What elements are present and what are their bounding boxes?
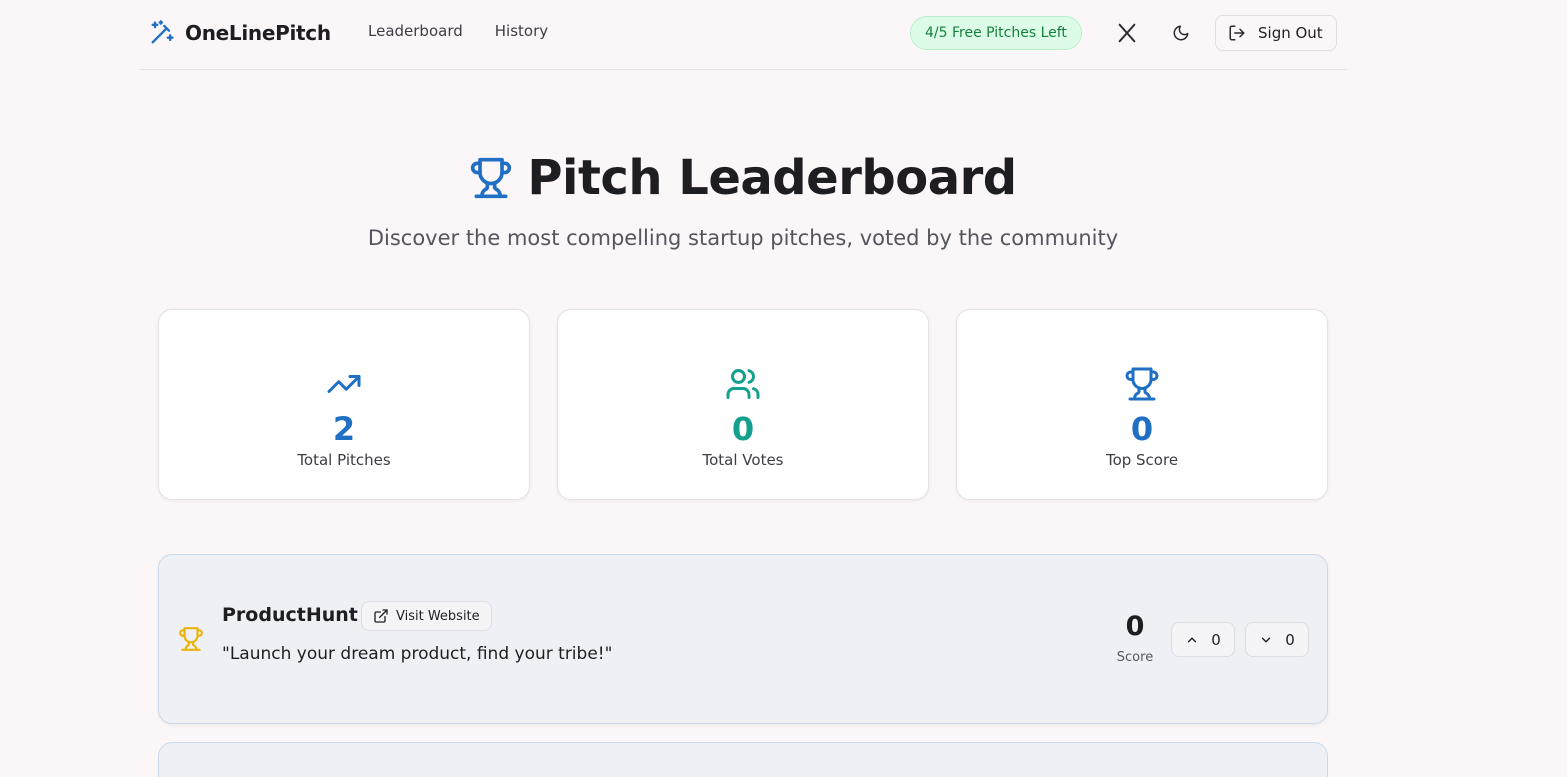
stat-value: 0	[731, 410, 755, 448]
visit-website-button[interactable]: Visit Website	[361, 601, 492, 631]
downvote-button[interactable]: 0	[1245, 622, 1309, 657]
stat-card-total-votes: 0 Total Votes	[557, 309, 929, 500]
trophy-icon	[1125, 367, 1159, 401]
stat-label: Top Score	[1105, 451, 1179, 469]
stat-value: 0	[1130, 410, 1154, 448]
moon-icon	[1173, 25, 1189, 41]
stat-label: Total Votes	[702, 451, 784, 469]
x-logo-icon	[1118, 23, 1136, 43]
pitch-card	[158, 742, 1328, 777]
theme-toggle-button[interactable]	[1168, 20, 1194, 46]
stat-label: Total Pitches	[297, 451, 391, 469]
stat-value: 2	[332, 410, 356, 448]
visit-website-label: Visit Website	[396, 608, 480, 624]
users-icon	[726, 369, 760, 399]
trophy-icon	[179, 627, 203, 651]
nav-leaderboard[interactable]: Leaderboard	[368, 22, 463, 40]
magic-wand-icon	[151, 20, 174, 44]
brand-name: OneLinePitch	[185, 21, 331, 45]
stat-card-top-score: 0 Top Score	[956, 309, 1328, 500]
chevron-up-icon	[1188, 637, 1197, 642]
top-header: OneLinePitch Leaderboard History 4/5 Fre…	[140, 0, 1347, 70]
nav-history[interactable]: History	[495, 22, 548, 40]
page-title-row: Pitch Leaderboard	[0, 150, 1486, 206]
sign-out-button[interactable]: Sign Out	[1215, 15, 1337, 51]
pitch-name: ProductHunt	[222, 604, 358, 626]
brand-logo[interactable]: OneLinePitch	[148, 19, 331, 47]
log-out-icon	[1229, 25, 1245, 41]
trending-up-icon	[327, 375, 361, 393]
downvote-count: 0	[1285, 630, 1295, 649]
main-nav: Leaderboard History	[368, 22, 548, 40]
upvote-count: 0	[1211, 630, 1221, 649]
free-pitches-badge: 4/5 Free Pitches Left	[910, 16, 1082, 50]
score-label: Score	[1116, 650, 1154, 665]
pitch-card: ProductHunt Visit Website "Launch your d…	[158, 554, 1328, 724]
stat-card-total-pitches: 2 Total Pitches	[158, 309, 530, 500]
x-social-button[interactable]	[1114, 20, 1140, 46]
page-title: Pitch Leaderboard	[527, 150, 1017, 206]
sign-out-label: Sign Out	[1258, 24, 1323, 42]
pitch-quote: "Launch your dream product, find your tr…	[222, 644, 613, 664]
upvote-button[interactable]: 0	[1171, 622, 1235, 657]
external-link-icon	[374, 609, 388, 623]
trophy-icon	[471, 157, 512, 199]
score-value: 0	[1125, 611, 1145, 642]
page-subtitle: Discover the most compelling startup pit…	[367, 226, 1119, 250]
chevron-down-icon	[1262, 637, 1271, 642]
